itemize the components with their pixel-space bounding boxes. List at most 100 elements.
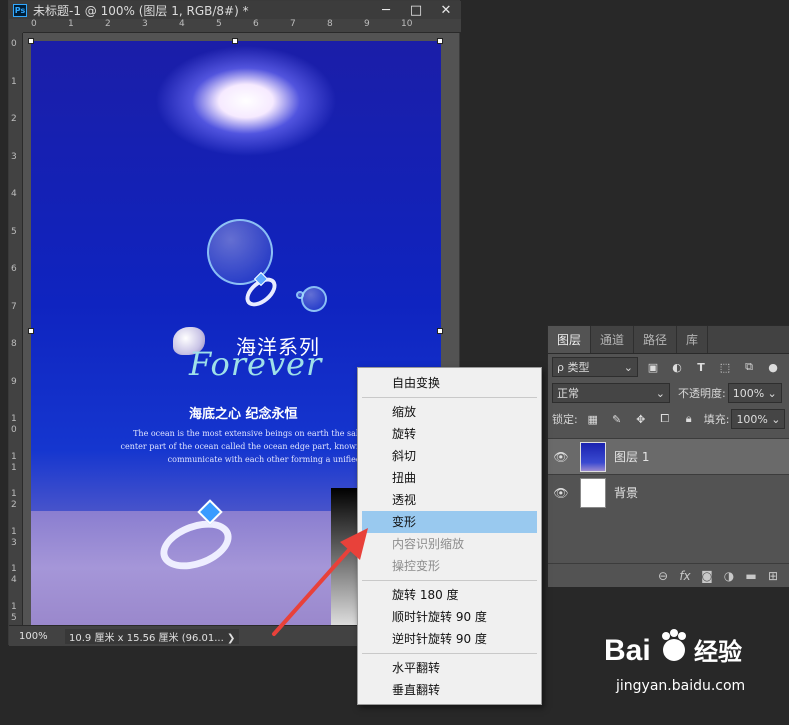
lock-paint-icon[interactable]: ✎ (608, 411, 626, 427)
layer-thumbnail (580, 477, 606, 508)
menu-item[interactable]: 缩放 (358, 401, 541, 423)
layer-name[interactable]: 背景 (614, 484, 638, 501)
chevron-down-icon: ⌄ (655, 386, 665, 400)
menu-item[interactable]: 垂直翻转 (358, 679, 541, 701)
layer-filter-select[interactable]: ρ 类型 ⌄ (552, 357, 638, 377)
tab-layers[interactable]: 图层 (548, 326, 592, 353)
menu-item[interactable]: 顺时针旋转 90 度 (358, 606, 541, 628)
poster-bubble-medium (301, 286, 327, 312)
close-button[interactable]: ✕ (431, 1, 461, 19)
ruler-tick-label: 9 (364, 19, 370, 29)
blend-row: 正常 ⌄ 不透明度: 100% ⌄ (548, 380, 789, 406)
ruler-tick-label: 7 (11, 301, 17, 312)
opacity-value: 100% (732, 386, 765, 400)
layer-filter-row: ρ 类型 ⌄ ▣ ◐ T ⬚ ⧉ ● (548, 354, 789, 380)
transform-handle-left[interactable] (28, 328, 34, 334)
fx-icon[interactable]: fx (674, 569, 696, 583)
tab-channels[interactable]: 通道 (591, 326, 635, 353)
watermark-url: jingyan.baidu.com (616, 678, 746, 694)
blend-mode-select[interactable]: 正常 ⌄ (552, 383, 670, 403)
ruler-tick-label: 0 (11, 39, 17, 49)
photoshop-logo-icon: Ps (13, 3, 27, 17)
opacity-input[interactable]: 100% ⌄ (727, 383, 782, 403)
lock-row: 锁定: ▦ ✎ ✥ ⧠ 🔒︎ 填充: 100% ⌄ (548, 406, 789, 432)
shape-icon[interactable]: ⬚ (716, 359, 734, 375)
chevron-down-icon: ⌄ (623, 360, 633, 374)
lock-position-icon[interactable]: ✥ (632, 411, 650, 427)
ruler-vertical[interactable]: 0 1 2 3 4 5 6 7 8 9 1 0 1 1 1 2 1 3 1 4 1 5 (9, 33, 23, 625)
chevron-down-icon: ⌄ (771, 412, 781, 426)
fill-value: 100% (736, 412, 768, 426)
filter-toggle-icon[interactable]: ● (764, 359, 782, 375)
layers-panel-footer: ⊖ fx ◙ ◑ ▬ ⊞ (548, 563, 789, 587)
fill-label: 填充: (703, 413, 730, 426)
menu-item[interactable]: 变形 (362, 511, 537, 533)
ruler-tick-label: 1 2 (11, 489, 17, 510)
ruler-tick-label: 1 1 (11, 451, 17, 473)
eye-icon[interactable]: 👁︎ (548, 486, 574, 500)
menu-item: 操控变形 (392, 559, 441, 573)
ruler-tick-label: 8 (327, 19, 333, 29)
lock-all-icon[interactable]: 🔒︎ (680, 411, 698, 427)
text-icon[interactable]: T (692, 359, 710, 375)
tab-libraries[interactable]: 库 (677, 326, 709, 353)
ruler-tick-label: 3 (142, 19, 148, 29)
red-arrow-annotation (272, 528, 368, 636)
poster-bubble-small (296, 291, 304, 299)
ruler-tick-label: 3 (11, 151, 17, 162)
ruler-tick-label: 1 4 (11, 564, 17, 585)
minimize-button[interactable]: ─ (371, 1, 401, 19)
menu-item[interactable]: 旋转 (358, 423, 541, 445)
adjust-icon[interactable]: ◐ (668, 359, 686, 375)
lock-artboard-icon[interactable]: ⧠ (656, 411, 674, 427)
ruler-tick-label: 1 (11, 76, 17, 87)
layer-row-layer1[interactable]: 👁︎ 图层 1 (548, 438, 789, 474)
new-layer-icon[interactable]: ⊞ (762, 569, 784, 583)
menu-item[interactable]: 透视 (358, 489, 541, 511)
layer-thumbnail (580, 441, 606, 472)
menu-item[interactable]: 斜切 (358, 445, 541, 467)
baidu-logo-icon: Bai 经验 (604, 629, 742, 667)
ruler-tick-label: 7 (290, 19, 296, 29)
transform-handle-top-left[interactable] (28, 38, 34, 44)
menu-item[interactable]: 扭曲 (358, 467, 541, 489)
ruler-tick-label: 1 3 (11, 526, 17, 548)
transform-handle-top-right[interactable] (437, 38, 443, 44)
ruler-tick-label: 10 (401, 19, 413, 29)
zoom-level[interactable]: 100% (19, 629, 59, 644)
svg-text:Bai: Bai (604, 634, 651, 667)
tab-paths[interactable]: 路径 (634, 326, 678, 353)
ruler-horizontal[interactable]: 0 1 2 3 4 5 6 7 8 9 10 (23, 19, 461, 33)
lock-transparent-icon[interactable]: ▦ (584, 411, 602, 427)
link-icon[interactable]: ⊖ (652, 569, 674, 583)
poster-forever-text: Forever (189, 345, 323, 383)
transform-handle-right[interactable] (437, 328, 443, 334)
menu-separator (362, 580, 537, 581)
layer-name[interactable]: 图层 1 (614, 448, 649, 465)
layers-panel: 图层 通道 路径 库 ρ 类型 ⌄ ▣ ◐ T ⬚ ⧉ ● 正常 ⌄ 不透明度:… (547, 325, 789, 587)
ruler-corner[interactable] (9, 19, 23, 33)
layer-filter-label: ρ 类型 (557, 361, 590, 374)
ruler-tick-label: 1 (68, 19, 74, 29)
adjustment-layer-icon[interactable]: ◑ (718, 569, 740, 583)
menu-item[interactable]: 水平翻转 (358, 657, 541, 679)
menu-item[interactable]: 自由变换 (358, 372, 541, 394)
menu-item[interactable]: 逆时针旋转 90 度 (358, 628, 541, 650)
document-titlebar[interactable]: Ps 未标题-1 @ 100% (图层 1, RGB/8#) * ─ □ ✕ (9, 1, 461, 19)
transform-handle-top[interactable] (232, 38, 238, 44)
maximize-button[interactable]: □ (401, 1, 431, 19)
mask-icon[interactable]: ◙ (696, 569, 718, 583)
document-info[interactable]: 10.9 厘米 x 15.56 厘米 (96.01... ❯ (65, 628, 240, 644)
fill-input[interactable]: 100% ⌄ (731, 409, 786, 429)
menu-item: 内容识别缩放 (392, 537, 465, 551)
image-icon[interactable]: ▣ (644, 359, 662, 375)
smart-object-icon[interactable]: ⧉ (740, 359, 758, 375)
baidu-watermark: Bai 经验 jingyan.baidu.com (602, 626, 782, 696)
ruler-tick-label: 6 (11, 264, 17, 274)
eye-icon[interactable]: 👁︎ (548, 450, 574, 464)
document-title: 未标题-1 @ 100% (图层 1, RGB/8#) * (33, 3, 249, 18)
lock-label: 锁定: (552, 413, 578, 426)
layer-row-background[interactable]: 👁︎ 背景 (548, 474, 789, 510)
menu-item[interactable]: 旋转 180 度 (358, 584, 541, 606)
folder-icon[interactable]: ▬ (740, 569, 762, 583)
